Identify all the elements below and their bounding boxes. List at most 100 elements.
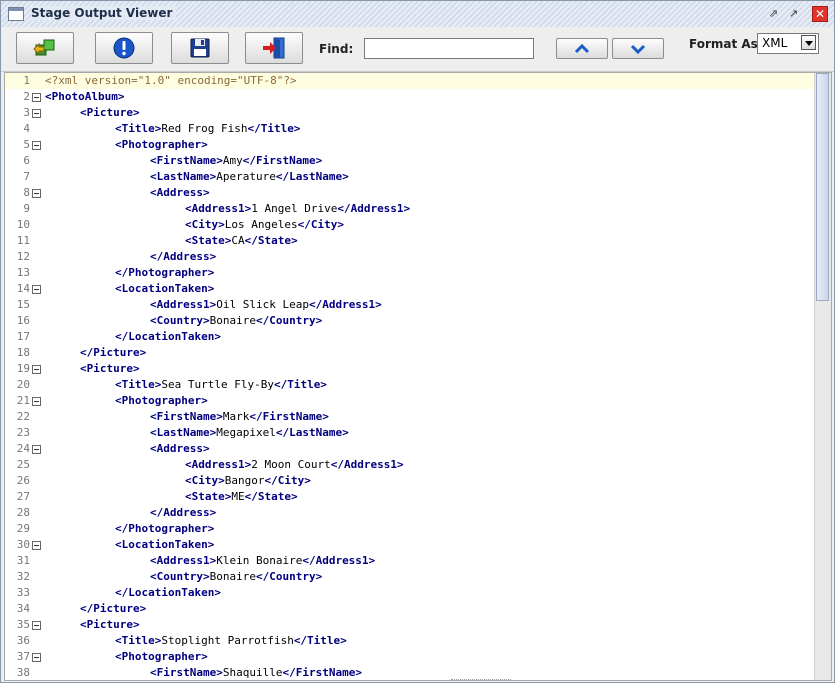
maximize-icon[interactable]: ↗ [786,6,801,21]
transform-button[interactable] [16,32,74,64]
xml-tag: </City> [297,218,344,231]
code-line[interactable]: 27 <State>ME</State> [5,489,813,505]
xml-tag: </Address1> [337,202,411,215]
fold-collapse-icon[interactable] [32,93,41,102]
fold-collapse-icon[interactable] [32,141,41,150]
code-line[interactable]: 15 <Address1>Oil Slick Leap</Address1> [5,297,813,313]
code-text: <Photographer> [115,649,208,665]
fold-collapse-icon[interactable] [32,109,41,118]
restore-icon[interactable]: ⇗ [766,6,781,21]
info-button[interactable] [95,32,153,64]
line-number: 8 [23,186,30,199]
line-number: 30 [16,538,30,551]
fold-collapse-icon[interactable] [32,189,41,198]
code-line[interactable]: 24 <Address> [5,441,813,457]
code-line[interactable]: 22 <FirstName>Mark</FirstName> [5,409,813,425]
close-icon[interactable]: ✕ [812,6,828,22]
line-number: 15 [16,298,30,311]
code-line[interactable]: 38 <FirstName>Shaquille</FirstName> [5,665,813,680]
code-text: <City>Los Angeles</City> [185,217,344,233]
code-text: </Address> [150,505,216,521]
code-text: <Address1>Oil Slick Leap</Address1> [150,297,382,313]
dropdown-arrow-icon[interactable] [801,35,816,50]
fold-collapse-icon[interactable] [32,541,41,550]
code-line[interactable]: 28 </Address> [5,505,813,521]
code-text: </Picture> [80,601,146,617]
line-number: 38 [16,666,30,679]
code-line[interactable]: 30 <LocationTaken> [5,537,813,553]
code-line[interactable]: 1 <?xml version="1.0" encoding="UTF-8"?> [5,73,813,89]
format-select[interactable]: XML [757,33,819,54]
code-line[interactable]: 34 </Picture> [5,601,813,617]
code-line[interactable]: 5 <Photographer> [5,137,813,153]
exit-button[interactable] [245,32,303,64]
xml-tag: <Picture> [80,362,140,375]
xml-tag: <Country> [150,570,210,583]
code-line[interactable]: 21 <Photographer> [5,393,813,409]
code-line[interactable]: 35 <Picture> [5,617,813,633]
code-line[interactable]: 19 <Picture> [5,361,813,377]
xml-text: Red Frog Fish [161,122,248,135]
xml-tag: </State> [244,490,298,503]
code-text: <FirstName>Amy</FirstName> [150,153,322,169]
xml-tag: </Picture> [80,602,147,615]
code-line[interactable]: 36 <Title>Stoplight Parrotfish</Title> [5,633,813,649]
save-button[interactable] [171,32,229,64]
code-line[interactable]: 9 <Address1>1 Angel Drive</Address1> [5,201,813,217]
code-line[interactable]: 26 <City>Bangor</City> [5,473,813,489]
code-line[interactable]: 23 <LastName>Megapixel</LastName> [5,425,813,441]
xml-tag: </LastName> [275,170,349,183]
find-next-button[interactable] [612,38,664,59]
line-number: 22 [16,410,30,423]
xml-text: Klein Bonaire [216,554,303,567]
code-line[interactable]: 31 <Address1>Klein Bonaire</Address1> [5,553,813,569]
code-line[interactable]: 11 <State>CA</State> [5,233,813,249]
xml-declaration: <?xml version="1.0" encoding="UTF-8"?> [45,74,297,87]
code-line[interactable]: 13 </Photographer> [5,265,813,281]
scrollbar-thumb[interactable] [816,73,829,301]
line-number: 11 [16,234,30,247]
code-line[interactable]: 2 <PhotoAlbum> [5,89,813,105]
code-line[interactable]: 20 <Title>Sea Turtle Fly-By</Title> [5,377,813,393]
code-line[interactable]: 14 <LocationTaken> [5,281,813,297]
find-previous-button[interactable] [556,38,608,59]
code-text: <Address1>Klein Bonaire</Address1> [150,553,375,569]
xml-tag: <LocationTaken> [115,282,215,295]
xml-tag: <LastName> [150,170,217,183]
fold-collapse-icon[interactable] [32,285,41,294]
code-line[interactable]: 29 </Photographer> [5,521,813,537]
code-line[interactable]: 6 <FirstName>Amy</FirstName> [5,153,813,169]
xml-editor[interactable]: 1 <?xml version="1.0" encoding="UTF-8"?> 2… [4,72,832,681]
fold-collapse-icon[interactable] [32,621,41,630]
find-input[interactable] [364,38,534,59]
fold-collapse-icon[interactable] [32,653,41,662]
code-line[interactable]: 4 <Title>Red Frog Fish</Title> [5,121,813,137]
vertical-scrollbar[interactable] [814,73,831,680]
line-number: 26 [16,474,30,487]
code-line[interactable]: 8 <Address> [5,185,813,201]
code-line[interactable]: 17 </LocationTaken> [5,329,813,345]
fold-collapse-icon[interactable] [32,397,41,406]
fold-collapse-icon[interactable] [32,365,41,374]
title-bar[interactable]: Stage Output Viewer ⇗ ↗ ✕ [1,1,834,27]
fold-collapse-icon[interactable] [32,445,41,454]
code-text: <LocationTaken> [115,537,214,553]
code-line[interactable]: 12 </Address> [5,249,813,265]
code-line[interactable]: 32 <Country>Bonaire</Country> [5,569,813,585]
line-number: 14 [16,282,30,295]
code-line[interactable]: 18 </Picture> [5,345,813,361]
xml-tag: <LocationTaken> [115,538,215,551]
toolbar: Find: Format As: XML [1,27,834,72]
line-number: 28 [16,506,30,519]
code-line[interactable]: 10 <City>Los Angeles</City> [5,217,813,233]
code-line[interactable]: 7 <LastName>Aperature</LastName> [5,169,813,185]
code-line[interactable]: 37 <Photographer> [5,649,813,665]
xml-tag: </State> [244,234,298,247]
xml-tag: </Picture> [80,346,147,359]
code-text: <State>ME</State> [185,489,298,505]
code-line[interactable]: 16 <Country>Bonaire</Country> [5,313,813,329]
exit-door-icon [263,37,285,59]
code-line[interactable]: 3 <Picture> [5,105,813,121]
code-line[interactable]: 25 <Address1>2 Moon Court</Address1> [5,457,813,473]
code-line[interactable]: 33 </LocationTaken> [5,585,813,601]
